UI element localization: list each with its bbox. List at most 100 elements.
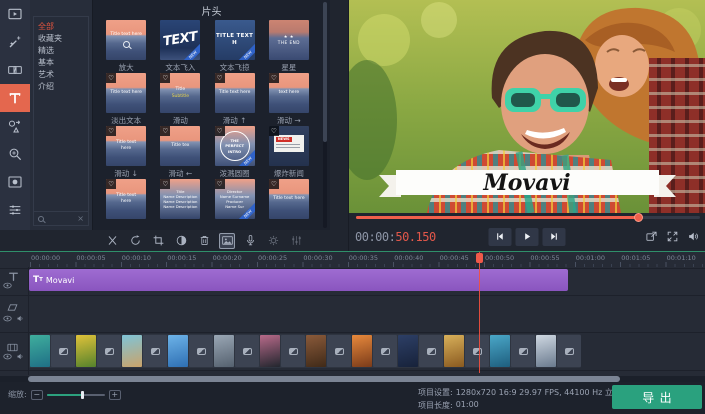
title-clip[interactable]: Movavi — [29, 269, 568, 291]
video-track-mute-icon[interactable] — [16, 352, 25, 361]
linked-track-visibility-icon[interactable] — [3, 315, 12, 322]
transition-slot[interactable] — [189, 335, 213, 367]
collapse-panel-icon[interactable] — [93, 112, 94, 128]
color-adjustments-button[interactable] — [173, 233, 189, 249]
video-clip[interactable] — [30, 335, 50, 367]
favorite-heart-icon[interactable] — [106, 126, 116, 136]
video-clip[interactable] — [122, 335, 142, 367]
play-button[interactable] — [516, 228, 539, 246]
favorite-heart-icon[interactable] — [215, 126, 225, 136]
video-clip[interactable] — [306, 335, 326, 367]
video-clip[interactable] — [168, 335, 188, 367]
template-item[interactable]: Title text here 放大 — [100, 20, 152, 73]
playhead-line[interactable] — [479, 252, 480, 373]
tool-more-tools[interactable] — [0, 196, 30, 224]
playhead-marker[interactable] — [476, 253, 483, 263]
template-item[interactable]: Director Name Surname Producer Name Sur … — [209, 179, 261, 230]
template-item[interactable]: TITLE TEXT H NEW 文本飞掠 — [209, 20, 261, 73]
favorite-heart-icon[interactable] — [106, 73, 116, 83]
clip-settings-button[interactable] — [265, 233, 281, 249]
template-item[interactable]: ★ ★ THE END 星星 — [263, 20, 315, 73]
video-clip[interactable] — [352, 335, 372, 367]
category-basic[interactable]: 基本 — [38, 57, 88, 69]
tool-callouts[interactable] — [0, 112, 30, 140]
transition-slot[interactable] — [373, 335, 397, 367]
clip-properties-button[interactable] — [288, 233, 304, 249]
template-item[interactable]: Title Subtitle 滑动 — [154, 73, 206, 126]
volume-icon[interactable] — [687, 230, 700, 243]
template-item[interactable]: Title text here 滑动 ↑ — [209, 73, 261, 126]
grid-scrollbar-thumb[interactable] — [323, 2, 327, 142]
next-frame-button[interactable] — [543, 228, 566, 246]
video-clip[interactable] — [260, 335, 280, 367]
zoom-slider-handle[interactable] — [81, 391, 84, 399]
tool-highlight-conceal[interactable] — [0, 168, 30, 196]
split-button[interactable] — [104, 233, 120, 249]
tool-filters[interactable] — [0, 28, 30, 56]
category-all[interactable]: 全部 — [38, 21, 88, 33]
template-item[interactable]: Title text here 淡出文本 — [100, 73, 152, 126]
video-clip[interactable] — [214, 335, 234, 367]
favorite-heart-icon[interactable] — [215, 73, 225, 83]
transition-slot[interactable] — [419, 335, 443, 367]
timeline-ruler[interactable]: 00:00:0000:00:0500:00:1000:00:1500:00:20… — [0, 252, 705, 267]
favorite-heart-icon[interactable] — [160, 126, 170, 136]
category-featured[interactable]: 精选 — [38, 45, 88, 57]
zoom-in-button[interactable]: + — [109, 390, 121, 400]
video-clip[interactable] — [536, 335, 556, 367]
zoom-slider[interactable] — [47, 390, 105, 400]
linked-track-mute-icon[interactable] — [16, 314, 25, 323]
transition-slot[interactable] — [465, 335, 489, 367]
template-item[interactable]: THE PERFECT INTRO NEW 泼溅圆圈 — [209, 126, 261, 179]
tool-titles[interactable] — [0, 84, 30, 112]
transition-slot[interactable] — [51, 335, 75, 367]
transition-slot[interactable] — [235, 335, 259, 367]
template-item[interactable]: text here 滑动 → — [263, 73, 315, 126]
grid-scrollbar[interactable] — [323, 2, 327, 228]
rotate-button[interactable] — [127, 233, 143, 249]
seekbar-handle[interactable] — [634, 213, 643, 222]
video-clip[interactable] — [490, 335, 510, 367]
template-item[interactable]: Title text here 滑动 ↓ — [100, 126, 152, 179]
template-item[interactable]: NEWS 爆炸新闻 — [263, 126, 315, 179]
previous-frame-button[interactable] — [489, 228, 512, 246]
tool-media[interactable] — [0, 0, 30, 28]
delete-button[interactable] — [196, 233, 212, 249]
video-clip[interactable] — [76, 335, 96, 367]
category-artistic[interactable]: 艺术 — [38, 69, 88, 81]
transition-slot[interactable] — [97, 335, 121, 367]
crop-button[interactable] — [150, 233, 166, 249]
tool-transitions[interactable] — [0, 56, 30, 84]
template-item[interactable]: TEXT NEW 文本飞入 — [154, 20, 206, 73]
undock-player-icon[interactable] — [645, 230, 658, 243]
favorite-heart-icon[interactable] — [215, 179, 225, 189]
export-button[interactable]: 导出 — [612, 385, 702, 409]
tool-pan-zoom[interactable] — [0, 140, 30, 168]
favorite-heart-icon[interactable] — [106, 179, 116, 189]
transition-slot[interactable] — [143, 335, 167, 367]
category-favorites[interactable]: 收藏夹 — [38, 33, 88, 45]
seekbar[interactable] — [356, 216, 700, 219]
template-item[interactable]: Title text here — [263, 179, 315, 230]
transition-slot[interactable] — [281, 335, 305, 367]
clear-search-icon[interactable]: × — [77, 215, 84, 223]
favorite-heart-icon[interactable] — [160, 73, 170, 83]
record-audio-button[interactable] — [242, 233, 258, 249]
transition-slot[interactable] — [327, 335, 351, 367]
video-clip[interactable] — [444, 335, 464, 367]
template-item[interactable]: Title Name Description Name Description … — [154, 179, 206, 230]
zoom-out-button[interactable]: − — [31, 390, 43, 400]
favorite-heart-icon[interactable] — [269, 179, 279, 189]
video-track-visibility-icon[interactable] — [3, 353, 12, 360]
transition-slot[interactable] — [557, 335, 581, 367]
favorite-heart-icon[interactable] — [269, 73, 279, 83]
favorite-heart-icon[interactable] — [269, 126, 279, 136]
transition-slot[interactable] — [511, 335, 535, 367]
title-track-visibility-icon[interactable] — [3, 282, 12, 289]
image-properties-button[interactable] — [219, 233, 235, 249]
fullscreen-icon[interactable] — [666, 230, 679, 243]
template-item[interactable]: Title text here — [100, 179, 152, 230]
template-item[interactable]: Title tex 滑动 ← — [154, 126, 206, 179]
category-intro[interactable]: 介绍 — [38, 81, 88, 93]
favorite-heart-icon[interactable] — [160, 179, 170, 189]
